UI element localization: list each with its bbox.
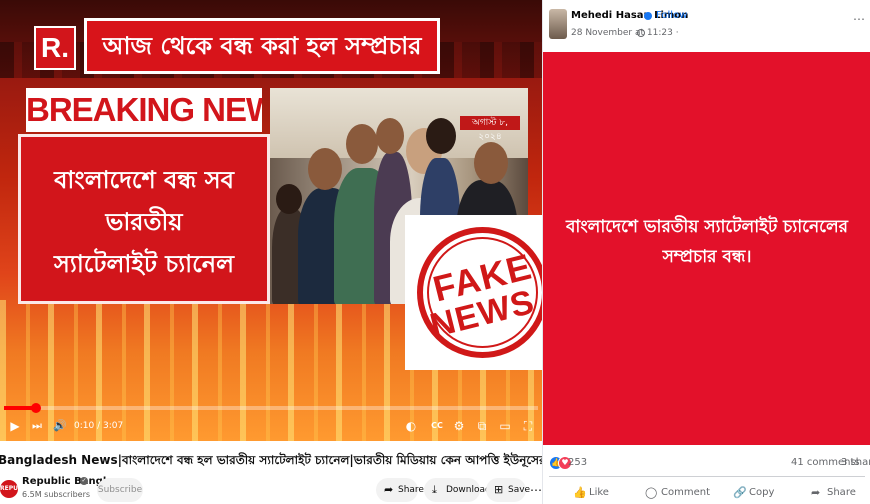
comment-bubble-icon: ◯ <box>645 486 658 499</box>
settings-gear-icon[interactable]: ⚙ <box>452 416 466 436</box>
video-top-banner: আজ থেকে বন্ধ করা হল সম্প্রচার <box>84 18 440 74</box>
copy-label: Copy <box>749 487 775 498</box>
autoplay-toggle-icon[interactable]: ◐ <box>402 416 420 436</box>
like-button[interactable]: 👍 Like <box>573 484 609 502</box>
fake-news-stamp: FAKE NEWS <box>405 215 542 370</box>
person-head <box>346 124 378 164</box>
next-icon[interactable]: ⏭ <box>30 416 44 436</box>
fb-share-arrow-icon: ➦ <box>811 486 821 499</box>
video-progress-bar[interactable] <box>4 403 538 413</box>
time-display: 0:10 / 3:07 <box>74 421 124 431</box>
save-button[interactable]: ⊞ Save <box>486 478 530 502</box>
play-icon[interactable]: ▶ <box>8 416 22 436</box>
person-head <box>276 184 302 214</box>
thumbs-up-icon: 👍 <box>573 486 587 499</box>
download-label: Download <box>446 485 491 495</box>
screenshot-root: R. আজ থেকে বন্ধ করা হল সম্প্রচার BREAKIN… <box>0 0 870 504</box>
fullscreen-icon[interactable]: ⛶ <box>520 416 536 436</box>
post-menu-icon[interactable]: ⋯ <box>853 12 865 26</box>
verified-badge-icon <box>644 12 652 20</box>
save-label: Save <box>508 485 531 495</box>
verified-check-icon: ✓ <box>80 477 88 485</box>
share-label: Share <box>398 485 424 495</box>
follow-link[interactable]: Follow <box>656 10 687 21</box>
like-label: Like <box>589 487 609 498</box>
miniplayer-icon[interactable]: ⧉ <box>474 416 490 436</box>
save-playlist-icon: ⊞ <box>494 483 504 496</box>
reaction-count[interactable]: 253 <box>568 457 587 468</box>
copy-link-icon: 🔗 <box>733 486 747 499</box>
video-title: Bangladesh News|বাংলাদেশে বন্ধ হল ভারতীয… <box>0 453 542 467</box>
comment-label: Comment <box>661 487 710 498</box>
public-globe-icon <box>637 29 645 37</box>
share-button[interactable]: ➦ Share <box>376 478 424 502</box>
photo-date-overlay: অগাস্ট ৮, ২০২৪ <box>460 116 520 142</box>
facebook-post-panel: Mehedi Hasan Limon Follow 28 November at… <box>542 0 870 504</box>
youtube-panel: R. আজ থেকে বন্ধ করা হল সম্প্রচার BREAKIN… <box>0 0 542 504</box>
post-card-text: বাংলাদেশে ভারতীয় স্যাটেলাইট চ্যানেলের স… <box>565 217 849 267</box>
subscribe-button[interactable]: Subscribe <box>97 478 143 502</box>
video-headline-line-1: বাংলাদেশে বন্ধ সব ভারতীয় <box>54 166 234 236</box>
captions-icon[interactable]: CC <box>428 416 446 436</box>
copy-button[interactable]: 🔗 Copy <box>733 484 774 502</box>
video-headline-box: বাংলাদেশে বন্ধ সব ভারতীয় স্যাটেলাইট চ্য… <box>18 134 270 304</box>
post-text-card: বাংলাদেশে ভারতীয় স্যাটেলাইট চ্যানেলের স… <box>543 52 870 445</box>
person-head <box>474 142 508 184</box>
post-divider <box>549 476 865 477</box>
download-icon: ⤓ <box>432 483 437 496</box>
theater-mode-icon[interactable]: ▭ <box>497 416 513 436</box>
fb-share-button[interactable]: ➦ Share <box>811 484 856 502</box>
person-head <box>426 118 456 154</box>
channel-avatar[interactable]: REPUBLIC <box>0 480 33 498</box>
video-player[interactable]: R. আজ থেকে বন্ধ করা হল সম্প্রচার BREAKIN… <box>0 0 542 441</box>
comment-button[interactable]: ◯ Comment <box>645 484 710 502</box>
person-head <box>376 118 404 154</box>
breaking-news-label: BREAKING NEWS <box>26 88 262 132</box>
share-count[interactable]: 3 shares <box>841 457 870 468</box>
republic-logo: R. <box>34 26 76 70</box>
person-head <box>308 148 342 190</box>
video-headline-line-2: স্যাটেলাইট চ্যানেল <box>54 250 234 278</box>
more-actions-icon[interactable]: ⋯ <box>530 478 542 502</box>
subscriber-count: 6.5M subscribers <box>22 490 91 499</box>
fb-share-label: Share <box>827 487 856 498</box>
video-controls: ▶ ⏭ 🔊 0:10 / 3:07 ◐ CC ⚙ ⧉ ▭ ⛶ <box>0 412 542 440</box>
volume-icon[interactable]: 🔊 <box>52 416 68 436</box>
post-timestamp[interactable]: 28 November at 11:23 · <box>571 28 679 38</box>
author-avatar[interactable] <box>549 9 567 39</box>
download-button[interactable]: ⤓ Download <box>424 478 491 502</box>
share-arrow-icon: ➦ <box>384 483 394 496</box>
